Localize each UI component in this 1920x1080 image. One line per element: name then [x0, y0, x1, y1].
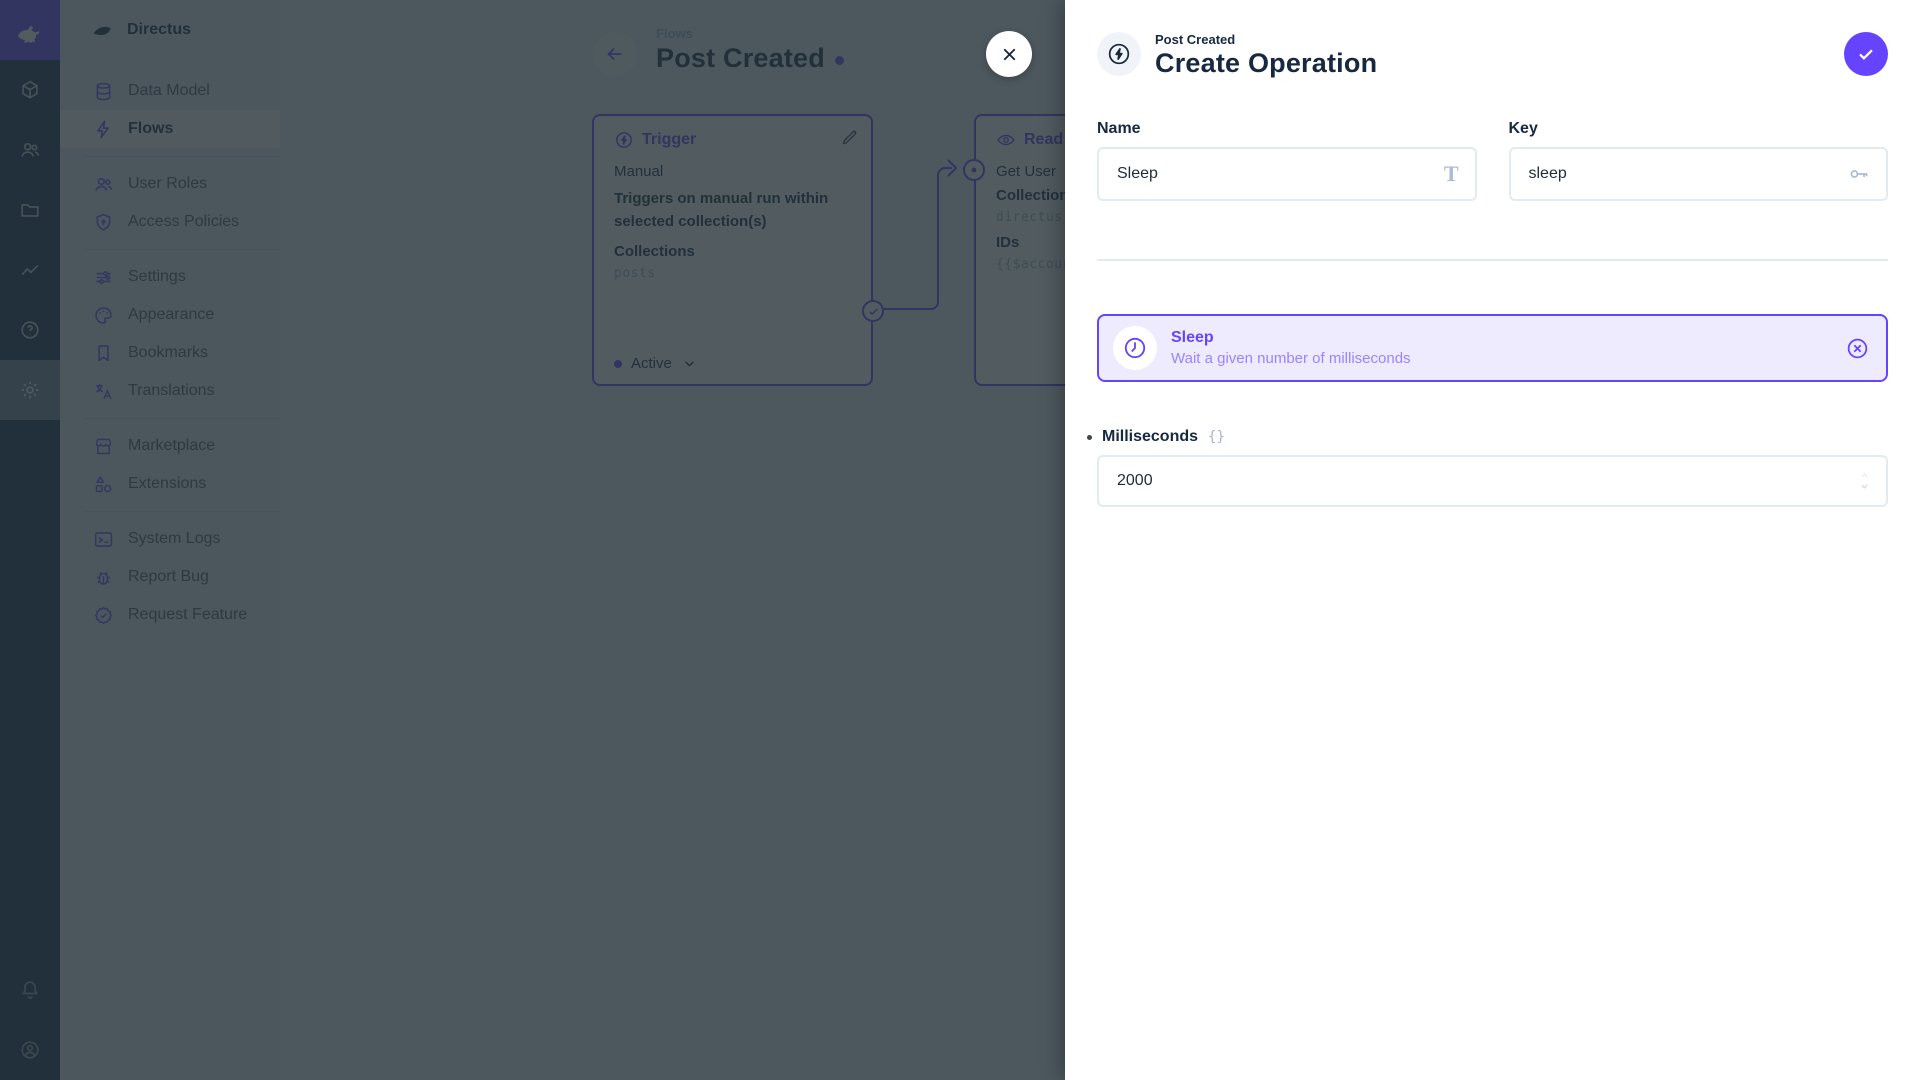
- save-button[interactable]: [1844, 32, 1888, 76]
- key-icon: [1848, 163, 1870, 185]
- check-icon: [1859, 49, 1873, 60]
- title-formatter-icon[interactable]: T: [1444, 161, 1459, 187]
- operation-header-icon: [1097, 32, 1141, 76]
- milliseconds-field-group: Milliseconds {}: [1087, 428, 1888, 507]
- operation-card-name: Sleep: [1171, 329, 1214, 346]
- bolt-circle-icon: [1108, 43, 1130, 65]
- drawer-breadcrumb: Post Created: [1155, 32, 1236, 47]
- raw-value-toggle-icon[interactable]: {}: [1208, 429, 1225, 445]
- x-circle-icon: [1847, 338, 1868, 358]
- name-input[interactable]: [1099, 149, 1475, 199]
- milliseconds-input[interactable]: [1099, 457, 1886, 505]
- drawer-body: Name T Key: [1065, 120, 1920, 507]
- section-divider: [1097, 259, 1888, 261]
- name-input-wrapper: T: [1097, 147, 1477, 201]
- number-stepper: [1857, 471, 1872, 491]
- name-field-group: Name T: [1097, 120, 1477, 201]
- stepper-up-icon[interactable]: [1857, 471, 1872, 480]
- milliseconds-label: Milliseconds: [1102, 428, 1199, 445]
- close-drawer-button[interactable]: [986, 31, 1032, 77]
- drawer-header: Post Created Create Operation: [1065, 0, 1920, 88]
- drawer-overlay[interactable]: [0, 0, 1065, 1080]
- sleep-operation-icon-circle: [1113, 326, 1157, 370]
- create-operation-drawer: Post Created Create Operation Name T Key: [1065, 0, 1920, 1080]
- deselect-operation-button[interactable]: [1845, 336, 1870, 361]
- clock-icon: [1124, 337, 1146, 359]
- key-input-wrapper: [1508, 147, 1888, 201]
- drawer-title: Create Operation: [1155, 48, 1378, 78]
- close-icon: [1003, 48, 1015, 60]
- stepper-down-icon[interactable]: [1857, 482, 1872, 491]
- milliseconds-input-wrapper: [1097, 455, 1888, 507]
- key-field-group: Key: [1508, 120, 1888, 201]
- key-input[interactable]: [1510, 149, 1886, 199]
- name-label: Name: [1097, 120, 1141, 137]
- operation-card-description: Wait a given number of milliseconds: [1171, 350, 1411, 367]
- key-label: Key: [1508, 120, 1538, 137]
- required-dot: [1087, 434, 1092, 440]
- selected-operation-card[interactable]: Sleep Wait a given number of millisecond…: [1097, 314, 1888, 382]
- directus-app: Directus Data Model Flows User Roles: [0, 0, 1920, 1080]
